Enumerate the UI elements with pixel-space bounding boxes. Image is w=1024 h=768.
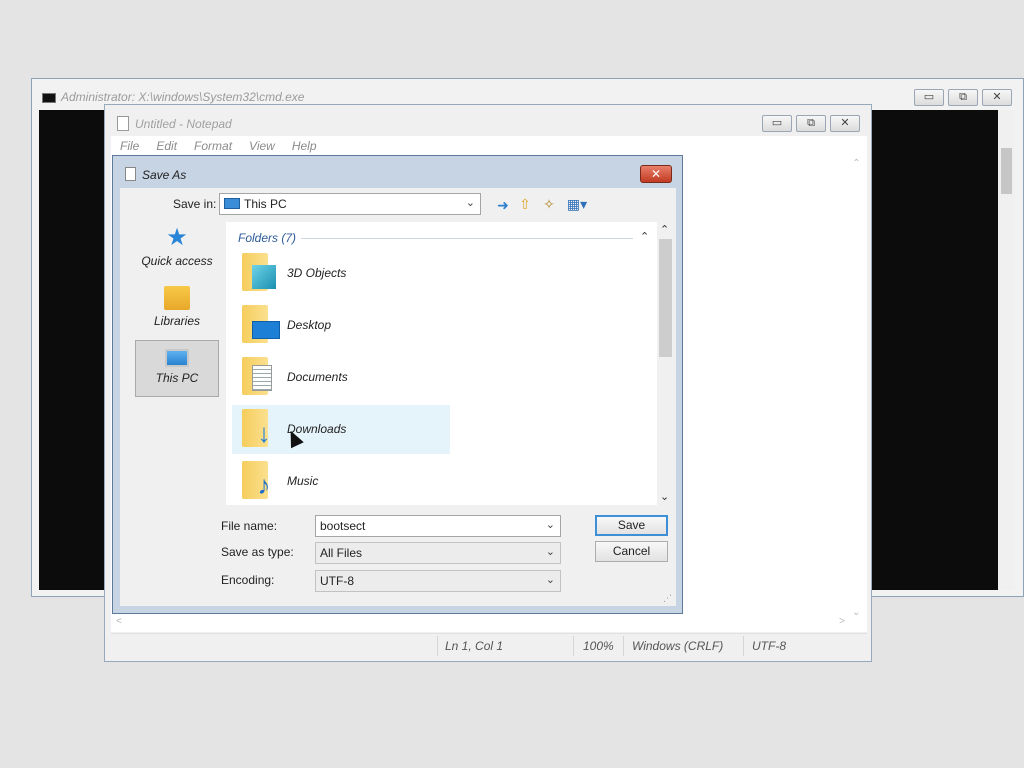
- scroll-up-arrow-icon[interactable]: ⌃: [660, 223, 669, 236]
- menu-edit[interactable]: Edit: [147, 136, 185, 153]
- places-bar: ★ Quick access Libraries This PC: [127, 220, 223, 530]
- dialog-notepad-icon: [125, 167, 136, 181]
- notepad-horizontal-scrollbar[interactable]: < >: [111, 615, 867, 632]
- status-line-ending: Windows (CRLF): [632, 639, 724, 653]
- chevron-down-icon: ⌄: [545, 574, 555, 586]
- up-one-level-icon[interactable]: ⇧: [516, 196, 534, 212]
- file-name-value: bootsect: [320, 519, 366, 533]
- chevron-down-icon: ⌄: [465, 197, 475, 209]
- place-label: This PC: [155, 371, 199, 385]
- chevron-down-icon: ⌄: [545, 546, 555, 558]
- new-folder-icon[interactable]: ✧: [540, 196, 558, 212]
- scroll-down-arrow-icon[interactable]: ⌄: [660, 490, 669, 503]
- view-menu-icon[interactable]: ▦▾: [563, 196, 591, 212]
- notepad-minimize-button[interactable]: ▭: [762, 115, 792, 132]
- folder-item-downloads[interactable]: ↓ Downloads: [232, 405, 450, 454]
- star-icon: ★: [166, 224, 188, 251]
- folder-name: Documents: [287, 370, 348, 384]
- status-separator: [437, 636, 438, 656]
- desktop-icon: [252, 321, 280, 339]
- place-label: Libraries: [153, 314, 201, 328]
- save-in-value: This PC: [244, 197, 287, 211]
- chevron-down-icon[interactable]: ⌄: [546, 518, 555, 531]
- scroll-right-arrow-icon[interactable]: >: [839, 616, 845, 627]
- place-quick-access[interactable]: ★ Quick access: [135, 220, 219, 277]
- folder-list-scrollbar[interactable]: ⌃ ⌄: [657, 222, 674, 505]
- place-libraries[interactable]: Libraries: [135, 280, 219, 337]
- cmd-minimize-button[interactable]: ▭: [914, 89, 944, 106]
- place-label: Quick access: [141, 254, 213, 268]
- place-this-pc[interactable]: This PC: [135, 340, 219, 397]
- encoding-dropdown[interactable]: UTF-8 ⌄: [315, 570, 561, 592]
- save-as-type-label: Save as type:: [221, 545, 294, 559]
- menu-view[interactable]: View: [240, 136, 283, 153]
- notepad-window-title: Untitled - Notepad: [135, 117, 232, 131]
- file-name-input[interactable]: bootsect ⌄: [315, 515, 561, 537]
- menu-format[interactable]: Format: [185, 136, 240, 153]
- status-zoom: 100%: [583, 639, 614, 653]
- menu-help[interactable]: Help: [283, 136, 325, 153]
- dialog-close-button[interactable]: ✕: [640, 165, 672, 183]
- folder-list-view[interactable]: Folders (7) ⌃ 3D Objects Desktop Documen…: [226, 222, 674, 505]
- file-name-label: File name:: [221, 519, 278, 533]
- notepad-icon: [117, 116, 129, 131]
- save-button[interactable]: Save: [595, 515, 668, 536]
- save-as-dialog: Save As ✕ Save in: This PC ⌄ ➜ ⇧ ✧ ▦▾ ★ …: [112, 155, 683, 614]
- folder-name: Music: [287, 474, 319, 488]
- save-as-type-value: All Files: [320, 546, 363, 560]
- status-cursor-position: Ln 1, Col 1: [445, 639, 504, 653]
- save-in-dropdown[interactable]: This PC ⌄: [219, 193, 481, 215]
- folder-item-3d-objects[interactable]: 3D Objects: [232, 249, 450, 298]
- libraries-icon: [164, 286, 190, 310]
- cancel-button[interactable]: Cancel: [595, 541, 668, 562]
- cmd-window-title: Administrator: X:\windows\System32\cmd.e…: [61, 90, 305, 104]
- scroll-up-arrow-icon[interactable]: ⌃: [848, 158, 865, 169]
- folder-item-desktop[interactable]: Desktop: [232, 301, 450, 350]
- folder-item-music[interactable]: ♪ Music: [232, 457, 450, 506]
- collapse-chevron-icon[interactable]: ⌃: [640, 230, 649, 243]
- status-separator: [623, 636, 624, 656]
- resize-grip-icon[interactable]: ⋰: [663, 593, 672, 604]
- notepad-status-bar: Ln 1, Col 1 100% Windows (CRLF) UTF-8: [111, 633, 867, 657]
- cmd-scroll-thumb[interactable]: [1001, 148, 1012, 194]
- notepad-close-button[interactable]: ✕: [830, 115, 860, 132]
- computer-icon: [224, 198, 240, 209]
- back-icon[interactable]: ➜: [494, 197, 512, 213]
- folders-group-header[interactable]: Folders (7): [238, 231, 296, 245]
- scroll-left-arrow-icon[interactable]: <: [116, 616, 122, 627]
- save-as-dialog-title: Save As: [142, 168, 187, 182]
- folder-name: Desktop: [287, 318, 332, 332]
- documents-icon: [252, 365, 272, 391]
- encoding-value: UTF-8: [320, 574, 354, 588]
- status-encoding: UTF-8: [752, 639, 786, 653]
- folder-item-documents[interactable]: Documents: [232, 353, 450, 402]
- downloads-icon: ↓: [257, 418, 271, 448]
- folder-name: 3D Objects: [287, 266, 347, 280]
- group-divider: [301, 238, 633, 239]
- encoding-label: Encoding:: [221, 573, 275, 587]
- notepad-vertical-scrollbar[interactable]: ⌃ ⌄: [848, 156, 865, 620]
- save-as-dialog-body: Save in: This PC ⌄ ➜ ⇧ ✧ ▦▾ ★ Quick acce…: [120, 188, 676, 606]
- notepad-restore-button[interactable]: ⧉: [796, 115, 826, 132]
- music-icon: ♪: [257, 470, 271, 500]
- save-as-type-dropdown[interactable]: All Files ⌄: [315, 542, 561, 564]
- 3d-objects-icon: [252, 265, 276, 289]
- folder-list-scroll-thumb[interactable]: [659, 239, 672, 357]
- status-separator: [573, 636, 574, 656]
- cmd-restore-button[interactable]: ⧉: [948, 89, 978, 106]
- menu-file[interactable]: File: [111, 136, 147, 153]
- notepad-menu-bar: File Edit Format View Help: [111, 136, 867, 156]
- status-separator: [743, 636, 744, 656]
- cmd-close-button[interactable]: ✕: [982, 89, 1012, 106]
- cmd-vertical-scrollbar[interactable]: [998, 110, 1015, 590]
- save-in-label: Save in:: [173, 197, 217, 211]
- computer-icon: [165, 349, 189, 367]
